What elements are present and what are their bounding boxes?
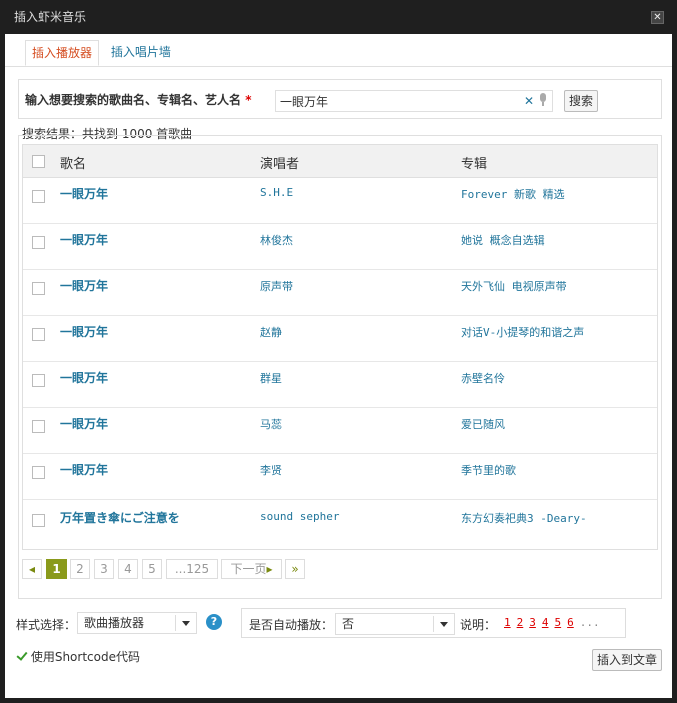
album-name[interactable]: 东方幻奏祀典3 -Deary-	[461, 510, 587, 526]
table-header: 歌名 演唱者 专辑	[23, 145, 657, 178]
description-link[interactable]: 3	[529, 616, 536, 629]
description-link[interactable]: 2	[517, 616, 524, 629]
artist-name[interactable]: S.H.E	[260, 186, 293, 199]
options-panel: 是否自动播放： 否 说明： 1 2 3 4 5 6...	[241, 608, 626, 638]
description-label: 说明：	[460, 618, 497, 632]
album-name[interactable]: 她说 概念自选辑	[461, 232, 545, 248]
row-checkbox[interactable]	[32, 328, 45, 341]
description-link[interactable]: 4	[542, 616, 549, 629]
tab-divider	[5, 66, 672, 67]
table-row: 万年置き傘にご注意を sound sepher 东方幻奏祀典3 -Deary-	[23, 500, 657, 546]
search-input[interactable]	[275, 90, 553, 112]
prev-page-icon[interactable]: ◂	[22, 559, 42, 579]
album-name[interactable]: 赤壁名伶	[461, 370, 505, 386]
shortcode-option[interactable]: 使用Shortcode代码	[16, 648, 140, 665]
album-name[interactable]: 季节里的歌	[461, 462, 516, 478]
select-all-checkbox[interactable]	[32, 155, 45, 168]
artist-name[interactable]: 林俊杰	[260, 232, 293, 248]
insert-to-post-button[interactable]: 插入到文章	[592, 649, 663, 671]
dialog-window: 插入虾米音乐 ✕ 插入播放器 插入唱片墙 输入想要搜索的歌曲名、专辑名、艺人名 …	[0, 0, 677, 703]
table-row: 一眼万年 李贤 季节里的歌	[23, 454, 657, 500]
song-title[interactable]: 一眼万年	[60, 277, 108, 294]
table-row: 一眼万年 S.H.E Forever 新歌 精选	[23, 178, 657, 224]
album-name[interactable]: 对话V-小提琴的和谐之声	[461, 324, 584, 340]
help-icon[interactable]: ?	[206, 614, 222, 630]
description-link[interactable]: 1	[504, 616, 511, 629]
chevron-down-icon	[440, 622, 448, 627]
search-label: 输入想要搜索的歌曲名、专辑名、艺人名 *	[25, 93, 252, 107]
row-checkbox[interactable]	[32, 514, 45, 527]
description-links: 1 2 3 4 5 6...	[504, 616, 606, 629]
artist-name[interactable]: 群星	[260, 370, 282, 386]
tab-insert-player[interactable]: 插入播放器	[25, 40, 100, 66]
page-link[interactable]: 4	[118, 559, 138, 579]
song-title[interactable]: 一眼万年	[60, 415, 108, 432]
song-title[interactable]: 一眼万年	[60, 323, 108, 340]
row-checkbox[interactable]	[32, 282, 45, 295]
style-label: 样式选择：	[16, 618, 77, 632]
page-link[interactable]: ...125	[166, 559, 218, 579]
table-row: 一眼万年 马蕊 爱已随风	[23, 408, 657, 454]
page-link[interactable]: 2	[70, 559, 90, 579]
album-name[interactable]: 爱已随风	[461, 416, 505, 432]
artist-name[interactable]: sound sepher	[260, 510, 339, 523]
artist-name[interactable]: 原声带	[260, 278, 293, 294]
tab-insert-album-wall[interactable]: 插入唱片墙	[105, 40, 177, 66]
last-page-icon[interactable]: »	[285, 559, 305, 579]
song-title[interactable]: 一眼万年	[60, 461, 108, 478]
dialog-title: 插入虾米音乐	[14, 10, 87, 24]
table-row: 一眼万年 赵静 对话V-小提琴的和谐之声	[23, 316, 657, 362]
next-page-button[interactable]: 下一页▸	[221, 559, 282, 579]
description-more: ...	[579, 616, 600, 629]
row-checkbox[interactable]	[32, 466, 45, 479]
album-name[interactable]: Forever 新歌 精选	[461, 186, 565, 202]
autoplay-select[interactable]: 否	[335, 613, 455, 635]
results-table: 歌名 演唱者 专辑 一眼万年 S.H.E Forever 新歌 精选 一眼万年 …	[22, 144, 658, 550]
required-mark: *	[245, 93, 252, 107]
style-select[interactable]: 歌曲播放器	[77, 612, 197, 634]
autoplay-label: 是否自动播放：	[249, 618, 334, 632]
description-link[interactable]: 6	[567, 616, 574, 629]
song-title[interactable]: 万年置き傘にご注意を	[60, 509, 180, 526]
tab-bar: 插入播放器 插入唱片墙	[25, 39, 672, 67]
song-title[interactable]: 一眼万年	[60, 369, 108, 386]
header-song: 歌名	[60, 157, 87, 172]
search-button[interactable]: 搜索	[564, 90, 599, 112]
dialog-titlebar: 插入虾米音乐	[0, 0, 677, 34]
shortcode-checkbox[interactable]	[16, 651, 27, 662]
table-row: 一眼万年 原声带 天外飞仙 电视原声带	[23, 270, 657, 316]
row-checkbox[interactable]	[32, 374, 45, 387]
search-panel: 输入想要搜索的歌曲名、专辑名、艺人名 * ✕ 搜索	[18, 79, 662, 119]
clear-icon[interactable]: ✕	[524, 94, 534, 108]
album-name[interactable]: 天外飞仙 电视原声带	[461, 278, 567, 294]
row-checkbox[interactable]	[32, 420, 45, 433]
close-icon[interactable]: ✕	[651, 11, 664, 24]
row-checkbox[interactable]	[32, 190, 45, 203]
song-title[interactable]: 一眼万年	[60, 185, 108, 202]
row-checkbox[interactable]	[32, 236, 45, 249]
results-panel: 歌名 演唱者 专辑 一眼万年 S.H.E Forever 新歌 精选 一眼万年 …	[18, 135, 662, 599]
microphone-icon[interactable]	[539, 93, 547, 106]
song-title[interactable]: 一眼万年	[60, 231, 108, 248]
header-artist: 演唱者	[260, 157, 300, 172]
shortcode-label: 使用Shortcode代码	[30, 650, 140, 664]
artist-name[interactable]: 赵静	[260, 324, 282, 340]
page-link[interactable]: 1	[46, 559, 67, 579]
page-link[interactable]: 3	[94, 559, 114, 579]
artist-name[interactable]: 马蕊	[260, 416, 282, 432]
chevron-down-icon	[182, 621, 190, 626]
table-row: 一眼万年 林俊杰 她说 概念自选辑	[23, 224, 657, 270]
page-link[interactable]: 5	[142, 559, 162, 579]
header-album: 专辑	[461, 157, 488, 172]
description-link[interactable]: 5	[555, 616, 562, 629]
artist-name[interactable]: 李贤	[260, 462, 282, 478]
dialog-content: 插入播放器 插入唱片墙 输入想要搜索的歌曲名、专辑名、艺人名 * ✕ 搜索 搜索…	[5, 34, 672, 698]
table-row: 一眼万年 群星 赤壁名伶	[23, 362, 657, 408]
